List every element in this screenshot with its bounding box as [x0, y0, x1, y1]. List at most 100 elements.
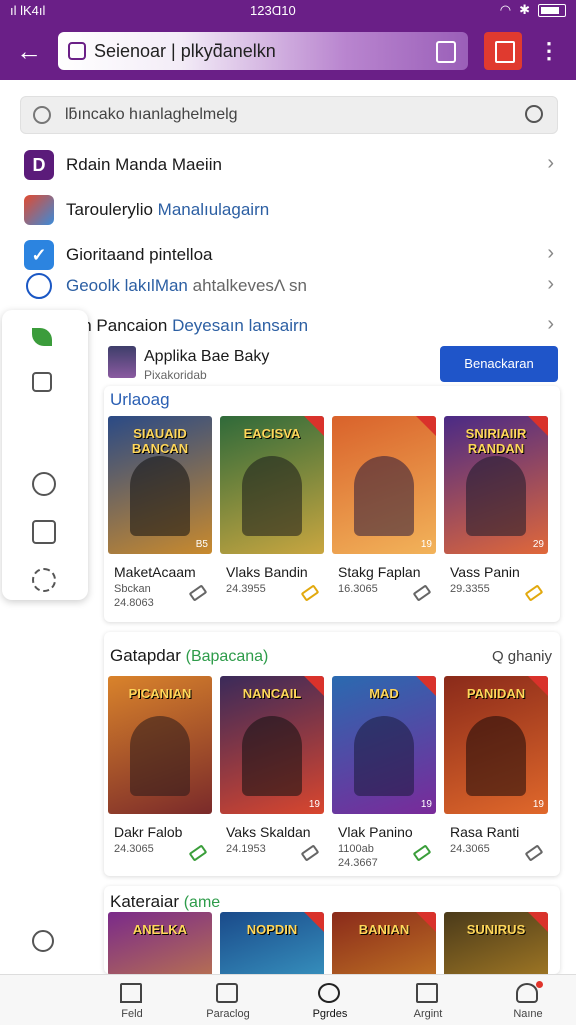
nav-label: Paraclog [206, 1008, 250, 1020]
game-name: Vaks Skaldan [226, 824, 311, 840]
globe-icon [26, 273, 52, 299]
game-cover: PICANIAN [108, 676, 212, 814]
list-item[interactable]: Geoolk lakılMan ahtalkevesΛ sn › [0, 267, 576, 305]
game-card[interactable]: PICANIAN Dakr Falob 24.3065 [108, 676, 212, 862]
game-card[interactable]: EACISVA Vlaks Bandin 24.3955 [220, 416, 324, 602]
lock-icon [68, 42, 86, 60]
see-more-link[interactable]: Q ghaniy [492, 648, 552, 665]
user-icon[interactable] [32, 472, 56, 496]
account-button[interactable] [484, 32, 522, 70]
list-item[interactable]: D Rdain Manda Maeiin › [0, 146, 576, 184]
status-icons: ◠ ✱ [500, 2, 566, 18]
game-card[interactable]: SIAUAID BANCAN B5 MaketAcaam Sbckan 24.80… [108, 416, 212, 609]
game-cover: SIAUAID BANCAN B5 [108, 416, 212, 554]
image-icon[interactable] [32, 520, 56, 544]
game-card[interactable]: NOPDIN [220, 912, 324, 974]
game-meta-line: 16.3065 [338, 583, 378, 595]
section-title: Gatapdar (Bapacana) [110, 646, 268, 666]
game-name: Dakr Falob [114, 824, 183, 840]
search-input[interactable]: lƃıncako hıanlaghelmelg [20, 96, 558, 134]
game-cover: SUNIRUS [444, 912, 548, 974]
tag-icon[interactable] [300, 584, 320, 602]
headset-icon[interactable] [32, 930, 54, 952]
check-icon: ✓ [24, 240, 54, 270]
game-meta-line: 24.3667 [338, 857, 378, 869]
tag-icon[interactable] [188, 844, 208, 862]
cover-title: ANELKA [132, 922, 188, 937]
cover-title: SIAUAID BANCAN [131, 426, 189, 456]
notification-badge [536, 981, 543, 988]
game-cover: BANIAN [332, 912, 436, 974]
share-icon[interactable] [436, 41, 456, 63]
game-card[interactable]: 19 Stakg Faplan 16.3065 [332, 416, 436, 602]
section-title-text: Gatapdar [110, 646, 181, 665]
leaf-icon[interactable] [32, 328, 52, 346]
list-item-label: Rdain Manda Maeiin [66, 155, 222, 174]
character-figure [354, 456, 414, 536]
tag-icon[interactable] [524, 584, 544, 602]
nav-account[interactable]: Pgrdes [282, 975, 378, 1025]
game-card[interactable]: MAD 19 Vlak Panino 1100ab 24.3667 [332, 676, 436, 869]
game-card[interactable]: SNIRIAIIR RANDAN 29 Vass Panin 29.3355 [444, 416, 548, 602]
star-icon[interactable] [32, 568, 56, 592]
game-name: Vass Panin [450, 564, 520, 580]
game-meta: 24.3065 [114, 842, 154, 856]
age-rating: 19 [420, 799, 432, 810]
game-meta: 29.3355 [450, 582, 490, 596]
character-figure [242, 716, 302, 796]
cover-title: PANIDAN [466, 686, 526, 701]
cover-title: NANCAIL [242, 686, 302, 701]
game-section: Urlaoag SIAUAID BANCAN B5 MaketAcaam Sbc… [104, 386, 560, 622]
character-figure [242, 456, 302, 536]
back-arrow-icon[interactable]: ← [16, 36, 48, 66]
cover-title: MAD [369, 686, 399, 701]
app-icon: D [24, 150, 54, 180]
tag-icon[interactable] [524, 844, 544, 862]
game-card[interactable]: NANCAIL 19 Vaks Skaldan 24.1953 [220, 676, 324, 862]
signal-indicator: ıl lK4ıl [10, 3, 46, 18]
game-meta-line: 24.3065 [114, 843, 154, 855]
app-icon [24, 195, 54, 225]
game-cover: PANIDAN 19 [444, 676, 548, 814]
lens-icon[interactable] [525, 105, 543, 123]
character-figure [466, 716, 526, 796]
wifi-icon: ◠ [499, 2, 512, 17]
tag-icon[interactable] [188, 584, 208, 602]
pinned-app: Applika Bae Baky Pixakoridab Benackaran [108, 344, 558, 384]
game-meta: 1100ab 24.3667 [338, 842, 378, 870]
game-card[interactable]: ANELKA [108, 912, 212, 974]
nav-image[interactable]: Paraclog [180, 975, 276, 1025]
chevron-right-icon: › [547, 152, 554, 174]
game-section: Kateraiar (ame ANELKA NOPDIN BANIAN SUNI… [104, 886, 560, 974]
info-icon[interactable] [32, 372, 52, 392]
game-card[interactable]: SUNIRUS [444, 912, 548, 974]
nav-label: Pgrdes [312, 1008, 348, 1020]
cover-title: SNIRIAIIR RANDAN [465, 426, 527, 456]
character-figure [130, 456, 190, 536]
list-item[interactable]: Taroulerylio Manalıulagairn [0, 191, 576, 229]
game-cover: ANELKA [108, 912, 212, 974]
nav-label: Argint [413, 1008, 443, 1020]
overflow-menu-icon[interactable]: ⋮ [538, 36, 560, 66]
game-card[interactable]: PANIDAN 19 Rasa Ranti 24.3065 [444, 676, 548, 862]
game-meta: Sbckan 24.8063 [114, 582, 154, 610]
cover-title: EACISVA [243, 426, 301, 441]
cover-title: PICANIAN [128, 686, 192, 701]
address-bar[interactable]: Seienoar | plkyƌanelkn [58, 32, 468, 70]
nav-monitor[interactable]: Argint [380, 975, 476, 1025]
age-rating: B5 [195, 539, 208, 550]
character-figure [466, 456, 526, 536]
open-button[interactable]: Benackaran [440, 346, 558, 382]
game-card[interactable]: BANIAN [332, 912, 436, 974]
bluetooth-icon: ✱ [519, 2, 530, 17]
chevron-right-icon: › [547, 273, 554, 295]
nav-profile[interactable]: Naıne [480, 975, 576, 1025]
nav-home[interactable]: Feld [84, 975, 180, 1025]
age-rating: 19 [532, 799, 544, 810]
game-meta-line: Sbckan [114, 583, 151, 595]
tag-icon[interactable] [412, 844, 432, 862]
game-meta-line: 24.1953 [226, 843, 266, 855]
tag-icon[interactable] [412, 584, 432, 602]
section-subtitle: (ame [183, 894, 221, 911]
tag-icon[interactable] [300, 844, 320, 862]
